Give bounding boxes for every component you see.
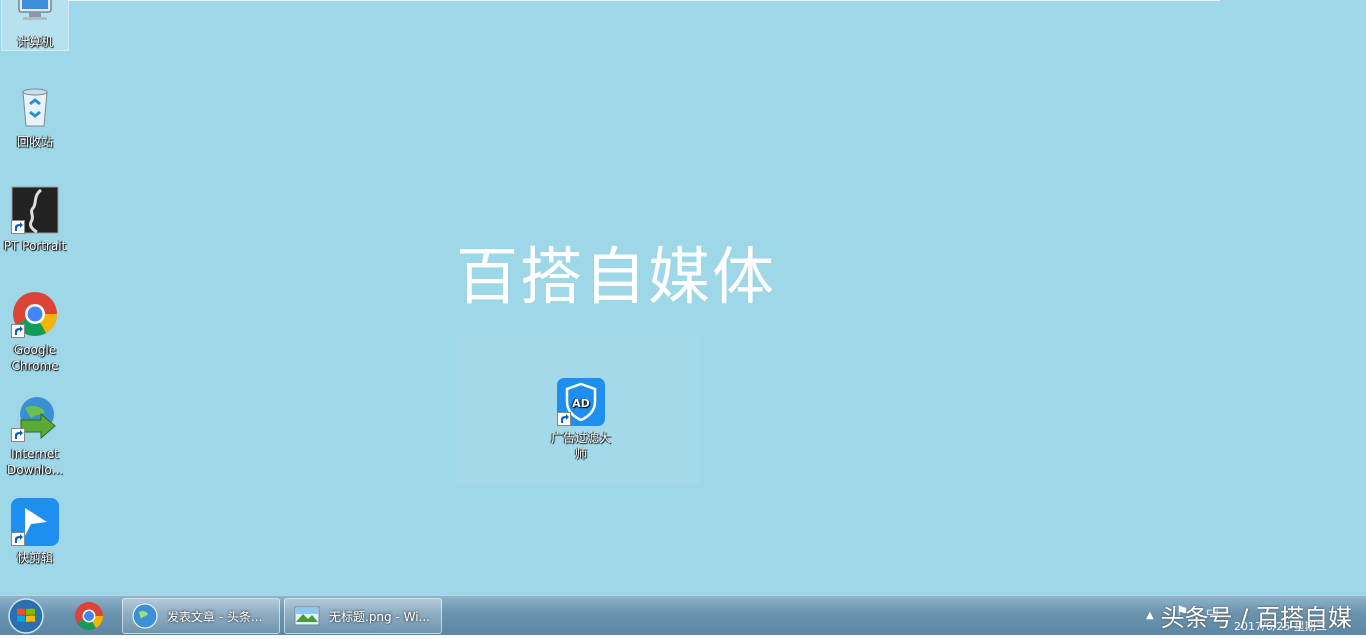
shortcut-arrow-icon	[11, 324, 25, 338]
desktop: 计算机 回收站 PT Portrait Google Chrome Intern…	[0, 0, 1366, 595]
tray-expand-icon[interactable]: ▲	[1146, 610, 1154, 621]
adblock-badge-text: AD	[572, 397, 590, 410]
desktop-icon-label: 快剪辑	[16, 551, 53, 565]
shortcut-arrow-icon	[11, 532, 25, 546]
shortcut-arrow-icon	[557, 412, 571, 426]
desktop-icon-label: PT Portrait	[3, 239, 67, 253]
task-label: 无标题.png - Wi...	[329, 609, 430, 624]
desktop-icon-chrome[interactable]: Google Chrome	[2, 290, 68, 374]
desktop-icon-kuaijianji[interactable]: 快剪辑	[2, 498, 68, 566]
desktop-icon-label: Google Chrome	[11, 343, 59, 373]
pt-portrait-icon	[11, 186, 59, 234]
taskbar-pinned-chrome[interactable]	[66, 598, 112, 634]
image-viewer-icon	[294, 606, 320, 626]
desktop-icon-adblock-master[interactable]: AD 广告过滤大师	[546, 378, 616, 462]
desktop-icon-label: 广告过滤大师	[550, 431, 611, 461]
globe-icon	[132, 603, 158, 629]
recycle-bin-icon	[11, 82, 59, 130]
start-button[interactable]	[4, 597, 48, 635]
watermark-text: 百搭自媒体	[456, 240, 777, 313]
windows-start-icon	[8, 598, 44, 634]
desktop-icon-computer[interactable]: 计算机	[1, 0, 69, 51]
chrome-icon	[11, 290, 59, 338]
chrome-icon	[75, 602, 103, 630]
window-edge	[68, 0, 1220, 1]
computer-icon	[11, 0, 59, 30]
watermark-overlay: 头条号 / 百搭自媒	[1160, 604, 1352, 632]
desktop-icon-label: Internet Downlo...	[7, 447, 63, 477]
kuaijianji-icon	[11, 498, 59, 546]
desktop-icon-label: 回收站	[16, 135, 53, 149]
desktop-icon-recycle-bin[interactable]: 回收站	[2, 82, 68, 150]
desktop-icon-label: 计算机	[16, 35, 53, 49]
shortcut-arrow-icon	[11, 428, 25, 442]
taskbar: 发表文章 - 头条... 无标题.png - Wi... ▲ ⚑ ▭ 2017/…	[0, 595, 1366, 635]
idm-icon	[11, 394, 59, 442]
desktop-icon-internet-download-manager[interactable]: Internet Downlo...	[2, 394, 68, 478]
shortcut-arrow-icon	[11, 220, 25, 234]
taskbar-task-paint[interactable]: 无标题.png - Wi...	[284, 598, 442, 634]
desktop-icon-pt-portrait[interactable]: PT Portrait	[2, 186, 68, 254]
system-tray: ▲ ⚑ ▭ 2017/6/25 星期二 头条号 / 百搭自媒	[1136, 596, 1366, 636]
task-label: 发表文章 - 头条...	[167, 609, 263, 624]
taskbar-task-browser[interactable]: 发表文章 - 头条...	[122, 598, 280, 634]
adblock-icon: AD	[557, 378, 605, 426]
